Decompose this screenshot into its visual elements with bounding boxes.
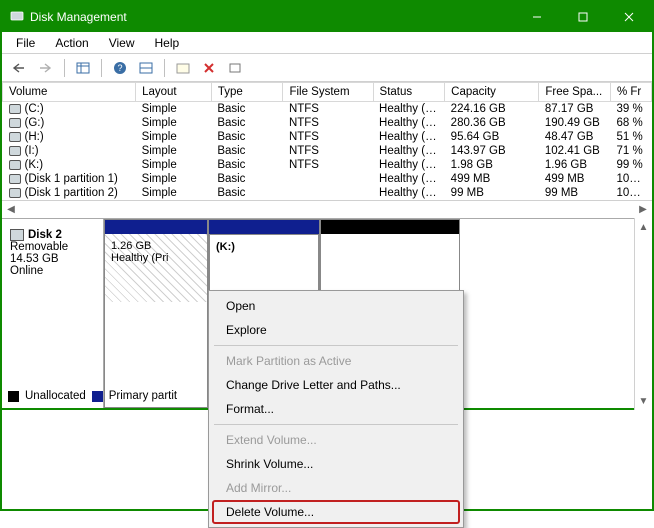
- menu-help[interactable]: Help: [145, 34, 190, 52]
- partition[interactable]: 1.26 GBHealthy (Pri: [104, 219, 208, 408]
- scroll-down-icon[interactable]: ▼: [637, 394, 651, 408]
- panel-icon[interactable]: [134, 57, 158, 79]
- table-row[interactable]: (G:)SimpleBasicNTFSHealthy (P...280.36 G…: [3, 116, 652, 130]
- ctx-shrink[interactable]: Shrink Volume...: [212, 452, 460, 476]
- ctx-extend[interactable]: Extend Volume...: [212, 428, 460, 452]
- volume-icon: [9, 174, 21, 184]
- ctx-mirror[interactable]: Add Mirror...: [212, 476, 460, 500]
- table-row[interactable]: (H:)SimpleBasicNTFSHealthy (P...95.64 GB…: [3, 130, 652, 144]
- menu-bar: File Action View Help: [2, 32, 652, 54]
- disk-mgmt-icon: [10, 9, 24, 26]
- disk-name: Disk 2: [28, 229, 62, 241]
- menu-action[interactable]: Action: [45, 34, 98, 52]
- legend-primary: Primary partit: [109, 390, 177, 402]
- horizontal-scrollbar[interactable]: ◀ ▶: [2, 200, 652, 218]
- ctx-change-letter[interactable]: Change Drive Letter and Paths...: [212, 373, 460, 397]
- forward-button[interactable]: [34, 57, 58, 79]
- scroll-right-icon[interactable]: ▶: [636, 203, 650, 217]
- toolbar: ?: [2, 54, 652, 82]
- ctx-format[interactable]: Format...: [212, 397, 460, 421]
- svg-text:?: ?: [117, 63, 122, 73]
- col-free[interactable]: Free Spa...: [539, 83, 611, 102]
- col-pctfree[interactable]: % Fr: [610, 83, 651, 102]
- table-row[interactable]: (K:)SimpleBasicNTFSHealthy (P...1.98 GB1…: [3, 158, 652, 172]
- scroll-left-icon[interactable]: ◀: [4, 203, 18, 217]
- close-button[interactable]: [606, 2, 652, 32]
- volume-icon: [9, 132, 21, 142]
- volume-icon: [9, 104, 21, 114]
- disk-media: Removable: [10, 241, 95, 253]
- col-volume[interactable]: Volume: [3, 83, 136, 102]
- legend: Unallocated Primary partit: [8, 390, 177, 402]
- col-status[interactable]: Status: [373, 83, 445, 102]
- table-row[interactable]: (Disk 1 partition 2)SimpleBasicHealthy (…: [3, 186, 652, 200]
- table-row[interactable]: (Disk 1 partition 1)SimpleBasicHealthy (…: [3, 172, 652, 186]
- volume-icon: [9, 188, 21, 198]
- maximize-button[interactable]: [560, 2, 606, 32]
- vertical-scrollbar[interactable]: ▲ ▼: [634, 218, 652, 410]
- table-row[interactable]: (I:)SimpleBasicNTFSHealthy (P...143.97 G…: [3, 144, 652, 158]
- table-row[interactable]: (C:)SimpleBasicNTFSHealthy (B...224.16 G…: [3, 102, 652, 117]
- menu-view[interactable]: View: [99, 34, 145, 52]
- disk-icon: [10, 229, 24, 241]
- delete-icon[interactable]: [197, 57, 221, 79]
- menu-file[interactable]: File: [6, 34, 45, 52]
- ctx-delete-volume[interactable]: Delete Volume...: [212, 500, 460, 524]
- col-filesystem[interactable]: File System: [283, 83, 373, 102]
- volume-icon: [9, 160, 21, 170]
- legend-unallocated: Unallocated: [25, 390, 86, 402]
- col-type[interactable]: Type: [211, 83, 283, 102]
- disk-state: Online: [10, 265, 95, 277]
- title-bar: Disk Management: [2, 2, 652, 32]
- context-menu: Open Explore Mark Partition as Active Ch…: [208, 290, 464, 528]
- help-icon[interactable]: ?: [108, 57, 132, 79]
- settings-icon[interactable]: [223, 57, 247, 79]
- table-view-icon[interactable]: [71, 57, 95, 79]
- ctx-mark-active[interactable]: Mark Partition as Active: [212, 349, 460, 373]
- volume-icon: [9, 146, 21, 156]
- scroll-up-icon[interactable]: ▲: [637, 220, 651, 234]
- minimize-button[interactable]: [514, 2, 560, 32]
- back-button[interactable]: [8, 57, 32, 79]
- volume-table: Volume Layout Type File System Status Ca…: [2, 82, 652, 218]
- ctx-open[interactable]: Open: [212, 294, 460, 318]
- ctx-explore[interactable]: Explore: [212, 318, 460, 342]
- col-layout[interactable]: Layout: [136, 83, 212, 102]
- volume-icon: [9, 118, 21, 128]
- col-capacity[interactable]: Capacity: [445, 83, 539, 102]
- disk-label[interactable]: Disk 2 Removable 14.53 GB Online: [2, 219, 104, 408]
- properties-icon[interactable]: [171, 57, 195, 79]
- window-title: Disk Management: [30, 10, 127, 24]
- disk-size: 14.53 GB: [10, 253, 95, 265]
